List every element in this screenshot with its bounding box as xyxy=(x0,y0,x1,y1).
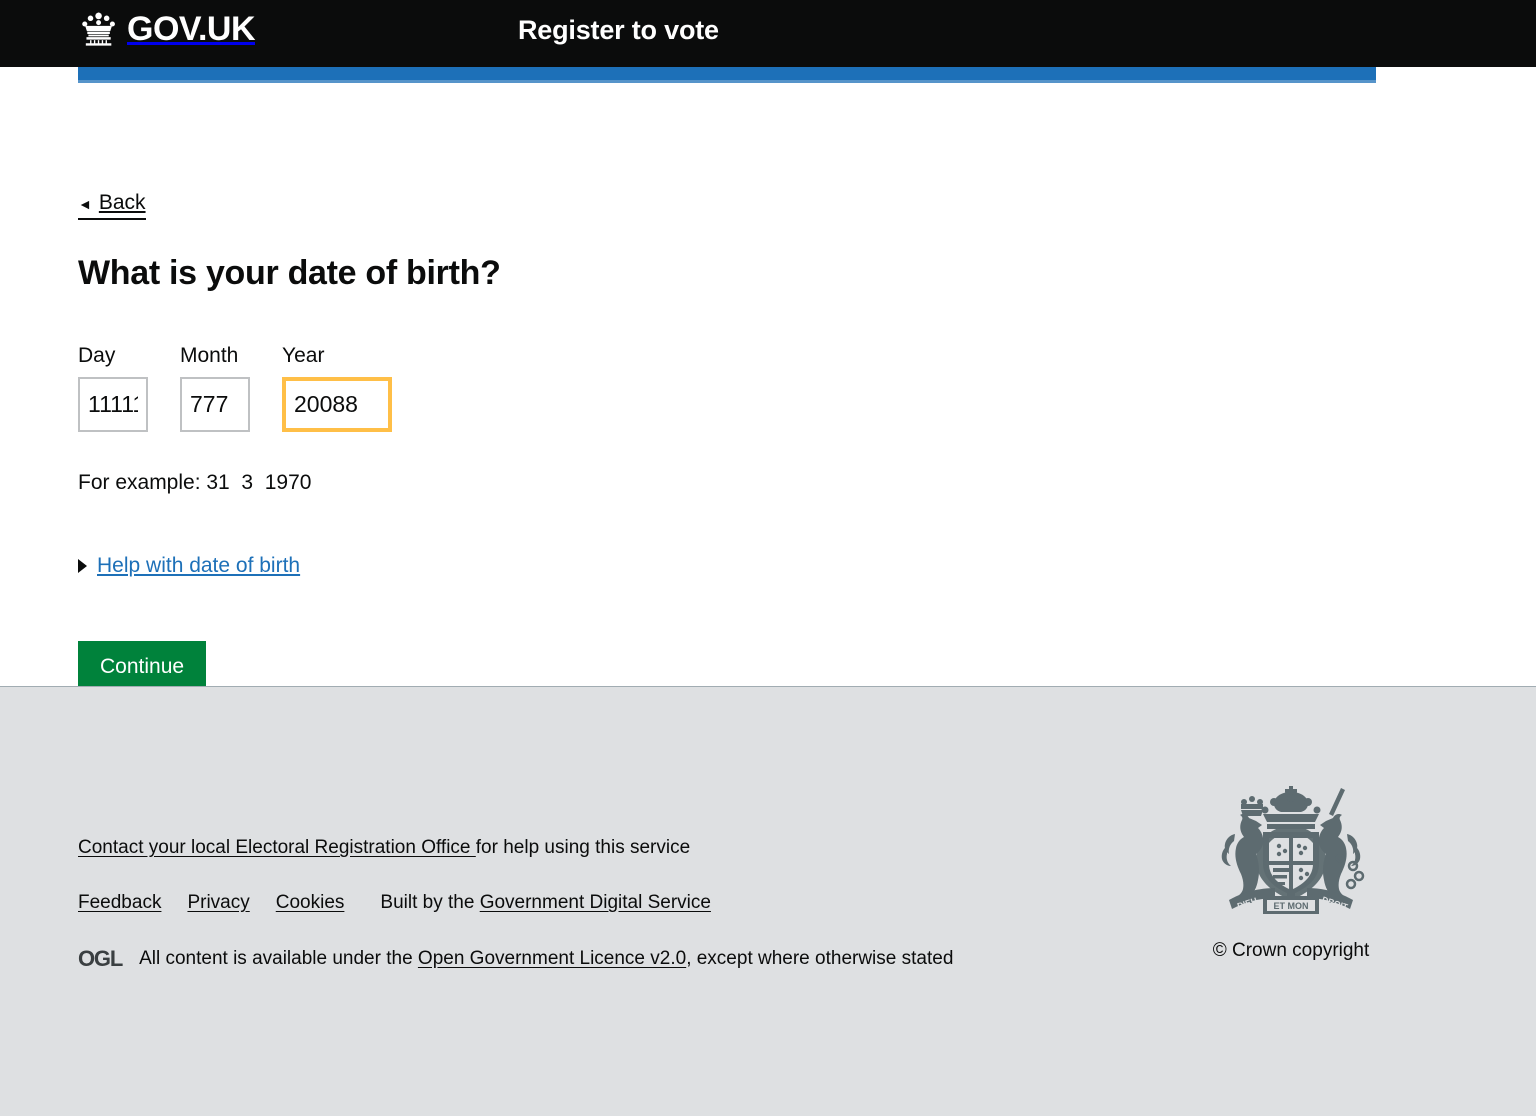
month-input[interactable] xyxy=(180,377,250,433)
month-label: Month xyxy=(180,344,239,367)
service-name: Register to vote xyxy=(518,15,719,45)
year-input[interactable] xyxy=(282,377,392,433)
crown-icon xyxy=(78,12,120,46)
main-content: ◄ Back What is your date of birth? Day M… xyxy=(0,67,1536,694)
help-details-summary[interactable]: Help with date of birth xyxy=(97,554,300,578)
date-hint: For example: 31 3 1970 xyxy=(78,471,312,494)
contact-rest-text: for help using this service xyxy=(475,837,691,858)
built-by-prefix: Built by the xyxy=(380,892,480,913)
open-government-licence-row: OGL All content is available under the O… xyxy=(78,946,953,972)
ogl-prefix: All content is available under the xyxy=(139,947,418,969)
date-field-day: Day xyxy=(78,343,148,433)
footer-link-feedback[interactable]: Feedback xyxy=(78,892,161,915)
help-details-disclosure[interactable]: Help with date of birth xyxy=(78,554,300,578)
svg-text:ET MON: ET MON xyxy=(1274,901,1309,911)
year-label: Year xyxy=(282,344,325,367)
day-label: Day xyxy=(78,344,116,367)
crown-copyright-text: © Crown copyright xyxy=(1212,940,1370,961)
footer-links-row: Feedback Privacy Cookies Built by the Go… xyxy=(78,892,711,915)
disclosure-triangle-right-icon xyxy=(78,559,87,573)
govuk-logo-link[interactable]: GOV.UK xyxy=(78,10,256,48)
triangle-left-icon: ◄ xyxy=(78,196,92,212)
ogl-text: All content is available under the Open … xyxy=(139,948,953,971)
gov-uk-footer: Contact your local Electoral Registratio… xyxy=(0,686,1536,1116)
back-link-label: Back xyxy=(98,191,146,214)
ogl-link[interactable]: Open Government Licence v2.0 xyxy=(418,948,686,969)
page-title: What is your date of birth? xyxy=(78,254,501,292)
ogl-logo-icon: OGL xyxy=(78,946,123,971)
footer-link-privacy[interactable]: Privacy xyxy=(187,892,249,915)
contact-ero-link[interactable]: Contact your local Electoral Registratio… xyxy=(78,837,476,858)
royal-coat-of-arms-icon: ET MON DIEU DROIT xyxy=(1197,782,1385,928)
date-of-birth-fieldset: Day Month Year xyxy=(78,343,392,433)
date-field-month: Month xyxy=(180,343,250,433)
crown-copyright-block: ET MON DIEU DROIT © Crown copyright xyxy=(1197,782,1385,963)
built-by-text: Built by the Government Digital Service xyxy=(380,892,711,915)
footer-contact-line: Contact your local Electoral Registratio… xyxy=(78,837,690,860)
day-input[interactable] xyxy=(78,377,148,433)
govuk-logo-text: GOV.UK xyxy=(127,10,256,48)
footer-link-cookies[interactable]: Cookies xyxy=(276,892,345,915)
gov-uk-header: GOV.UK Register to vote xyxy=(0,0,1536,83)
date-field-year: Year xyxy=(282,343,392,433)
gds-link[interactable]: Government Digital Service xyxy=(480,892,711,913)
back-link[interactable]: ◄ Back xyxy=(78,190,146,221)
header-inner: GOV.UK Register to vote xyxy=(0,0,1536,67)
ogl-suffix: , except where otherwise stated xyxy=(686,947,954,969)
